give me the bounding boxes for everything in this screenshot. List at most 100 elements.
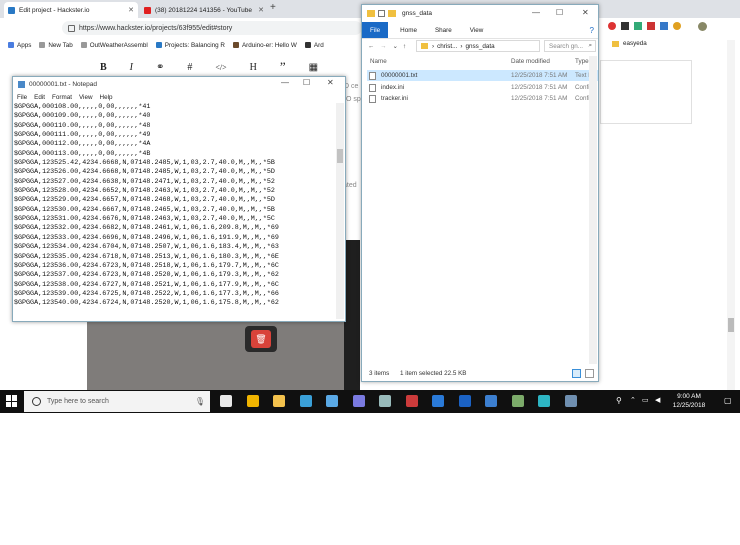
column-name[interactable]: Name [370, 58, 387, 65]
notepad-line: $GPGGA,000110.00,,,,,0,00,,,,,,*48 [14, 121, 151, 130]
file-row[interactable]: index.ini 12/25/2018 7:51 AM Configu [367, 82, 598, 93]
menu-file[interactable]: File [17, 94, 27, 101]
bookmark-new-tab[interactable]: New Tab [39, 42, 73, 49]
tray-chevron-icon[interactable]: ⌃ [630, 396, 636, 404]
tab-youtube[interactable]: (38) 20181224 141356 - YouTube ✕ [140, 2, 268, 18]
menu-format[interactable]: Format [52, 94, 72, 101]
up-icon[interactable]: ↑ [403, 43, 406, 50]
menu-edit[interactable]: Edit [34, 94, 45, 101]
tab-hackster[interactable]: Edit project - Hackster.io ✕ [4, 2, 138, 18]
bookmark-apps[interactable]: Apps [8, 42, 31, 49]
image-button[interactable]: ▦ [309, 62, 318, 73]
tiles-view-icon[interactable] [585, 369, 594, 378]
notepad-scrollbar[interactable] [336, 103, 344, 319]
close-icon[interactable]: ✕ [128, 6, 134, 14]
breadcrumb-item[interactable]: christ... [437, 43, 457, 50]
ribbon-view[interactable]: View [470, 27, 484, 34]
extension-icon[interactable] [621, 22, 629, 30]
pinned-app-icon[interactable] [352, 395, 365, 407]
taskbar-search-input[interactable]: Type here to search 🎙 [24, 391, 210, 412]
bookmark-label: Ard [313, 41, 324, 49]
extension-icon[interactable] [608, 22, 616, 30]
page-scrollbar[interactable] [727, 40, 735, 390]
bookmark-weather[interactable]: OutWeatherAssembl [80, 42, 148, 49]
properties-icon[interactable] [378, 9, 385, 17]
network-icon[interactable]: ▭ [642, 396, 649, 404]
help-icon[interactable]: ? [590, 26, 594, 35]
bookmark-ard[interactable]: Ard [304, 41, 324, 49]
ribbon-share[interactable]: Share [435, 27, 452, 34]
people-icon[interactable]: ⚲ [616, 396, 622, 405]
pinned-app-icon[interactable] [299, 395, 312, 407]
notepad-text-area[interactable]: $GPGGA,000108.00,,,,,0,00,,,,,,*41 $GPGGA… [14, 103, 336, 319]
details-view-icon[interactable] [572, 369, 581, 378]
bookmark-arduino[interactable]: Arduino-er: Hello W [232, 42, 297, 49]
pinned-app-icon[interactable] [458, 395, 471, 407]
breadcrumb-item[interactable]: gnss_data [466, 43, 495, 50]
maximize-icon[interactable]: ☐ [303, 78, 310, 87]
recent-icon[interactable]: ⌄ [393, 43, 398, 50]
explorer-scrollbar[interactable] [589, 56, 597, 364]
heading-button[interactable]: H [250, 62, 257, 73]
ribbon-file[interactable]: File [362, 22, 389, 38]
pinned-app-icon[interactable] [538, 395, 550, 407]
new-tab-button[interactable]: + [270, 2, 276, 13]
pinned-app-icon[interactable] [326, 395, 338, 407]
extension-icon[interactable] [673, 22, 681, 30]
notepad-titlebar[interactable]: 00000001.txt - Notepad [13, 77, 345, 91]
config-file-icon [369, 83, 376, 92]
close-icon[interactable]: ✕ [327, 78, 334, 87]
microphone-icon[interactable]: 🎙 [195, 397, 205, 406]
scroll-thumb[interactable] [728, 318, 734, 332]
file-row[interactable]: 00000001.txt 12/25/2018 7:51 AM Text Do [367, 70, 598, 81]
code-button[interactable]: </> [215, 63, 226, 72]
close-icon[interactable]: ✕ [582, 8, 589, 17]
pinned-app-icon[interactable] [564, 395, 577, 407]
close-icon[interactable]: ✕ [258, 6, 264, 14]
windows-start-icon[interactable] [6, 395, 18, 407]
explorer-address-bar[interactable]: › christ... › gnss_data [416, 40, 540, 52]
forward-icon[interactable]: → [380, 43, 386, 50]
link-button[interactable]: ⚭ [156, 62, 164, 73]
pinned-app-icon[interactable] [405, 395, 418, 407]
bookmark-easyeda[interactable]: easyeda [612, 40, 647, 47]
extension-icon[interactable] [634, 22, 642, 30]
pinned-app-icon[interactable] [246, 395, 259, 407]
minimize-icon[interactable]: — [281, 78, 289, 87]
avatar[interactable] [698, 22, 707, 31]
pinned-app-icon[interactable] [220, 395, 232, 407]
scroll-thumb[interactable] [337, 149, 343, 163]
minimize-icon[interactable]: — [532, 8, 540, 17]
hashtag-button[interactable]: # [187, 62, 192, 73]
story-snippet: D ce [344, 83, 359, 90]
quote-button[interactable]: ” [280, 59, 286, 75]
maximize-icon[interactable]: ☐ [556, 8, 563, 17]
column-date[interactable]: Date modified [511, 58, 550, 65]
back-icon[interactable]: ← [368, 43, 374, 50]
column-type[interactable]: Type [575, 58, 589, 65]
folder-icon [367, 9, 375, 17]
file-row[interactable]: tracker.ini 12/25/2018 7:51 AM Configu [367, 93, 598, 104]
extension-icon[interactable] [660, 22, 668, 30]
notepad-line: $GPGGA,123537.00,4234.6723,N,07148.2520,… [14, 271, 279, 280]
notifications-icon[interactable]: ▢ [724, 396, 732, 405]
ribbon-home[interactable]: Home [400, 27, 417, 34]
extension-icon[interactable] [647, 22, 655, 30]
pinned-app-icon[interactable] [485, 395, 497, 407]
bold-button[interactable]: B [100, 62, 107, 73]
address-bar[interactable]: https://www.hackster.io/projects/63f955/… [62, 21, 362, 35]
pinned-app-icon[interactable] [273, 395, 285, 407]
system-clock[interactable]: 9:00 AM 12/25/2018 [668, 392, 710, 412]
clock-date: 12/25/2018 [672, 402, 706, 409]
italic-button[interactable]: I [130, 62, 133, 73]
pinned-app-icon[interactable] [432, 395, 444, 407]
bookmark-projects[interactable]: Projects: Balancing R [155, 42, 225, 49]
pinned-app-icon[interactable] [511, 395, 524, 407]
menu-help[interactable]: Help [100, 94, 113, 101]
volume-icon[interactable]: ◀ [655, 396, 660, 404]
menu-view[interactable]: View [79, 94, 93, 101]
delete-image-button[interactable]: 🗑 [245, 326, 277, 352]
new-folder-icon[interactable] [388, 9, 396, 17]
explorer-search-input[interactable]: Search gn... ⌕ [544, 40, 596, 52]
pinned-app-icon[interactable] [379, 395, 391, 407]
